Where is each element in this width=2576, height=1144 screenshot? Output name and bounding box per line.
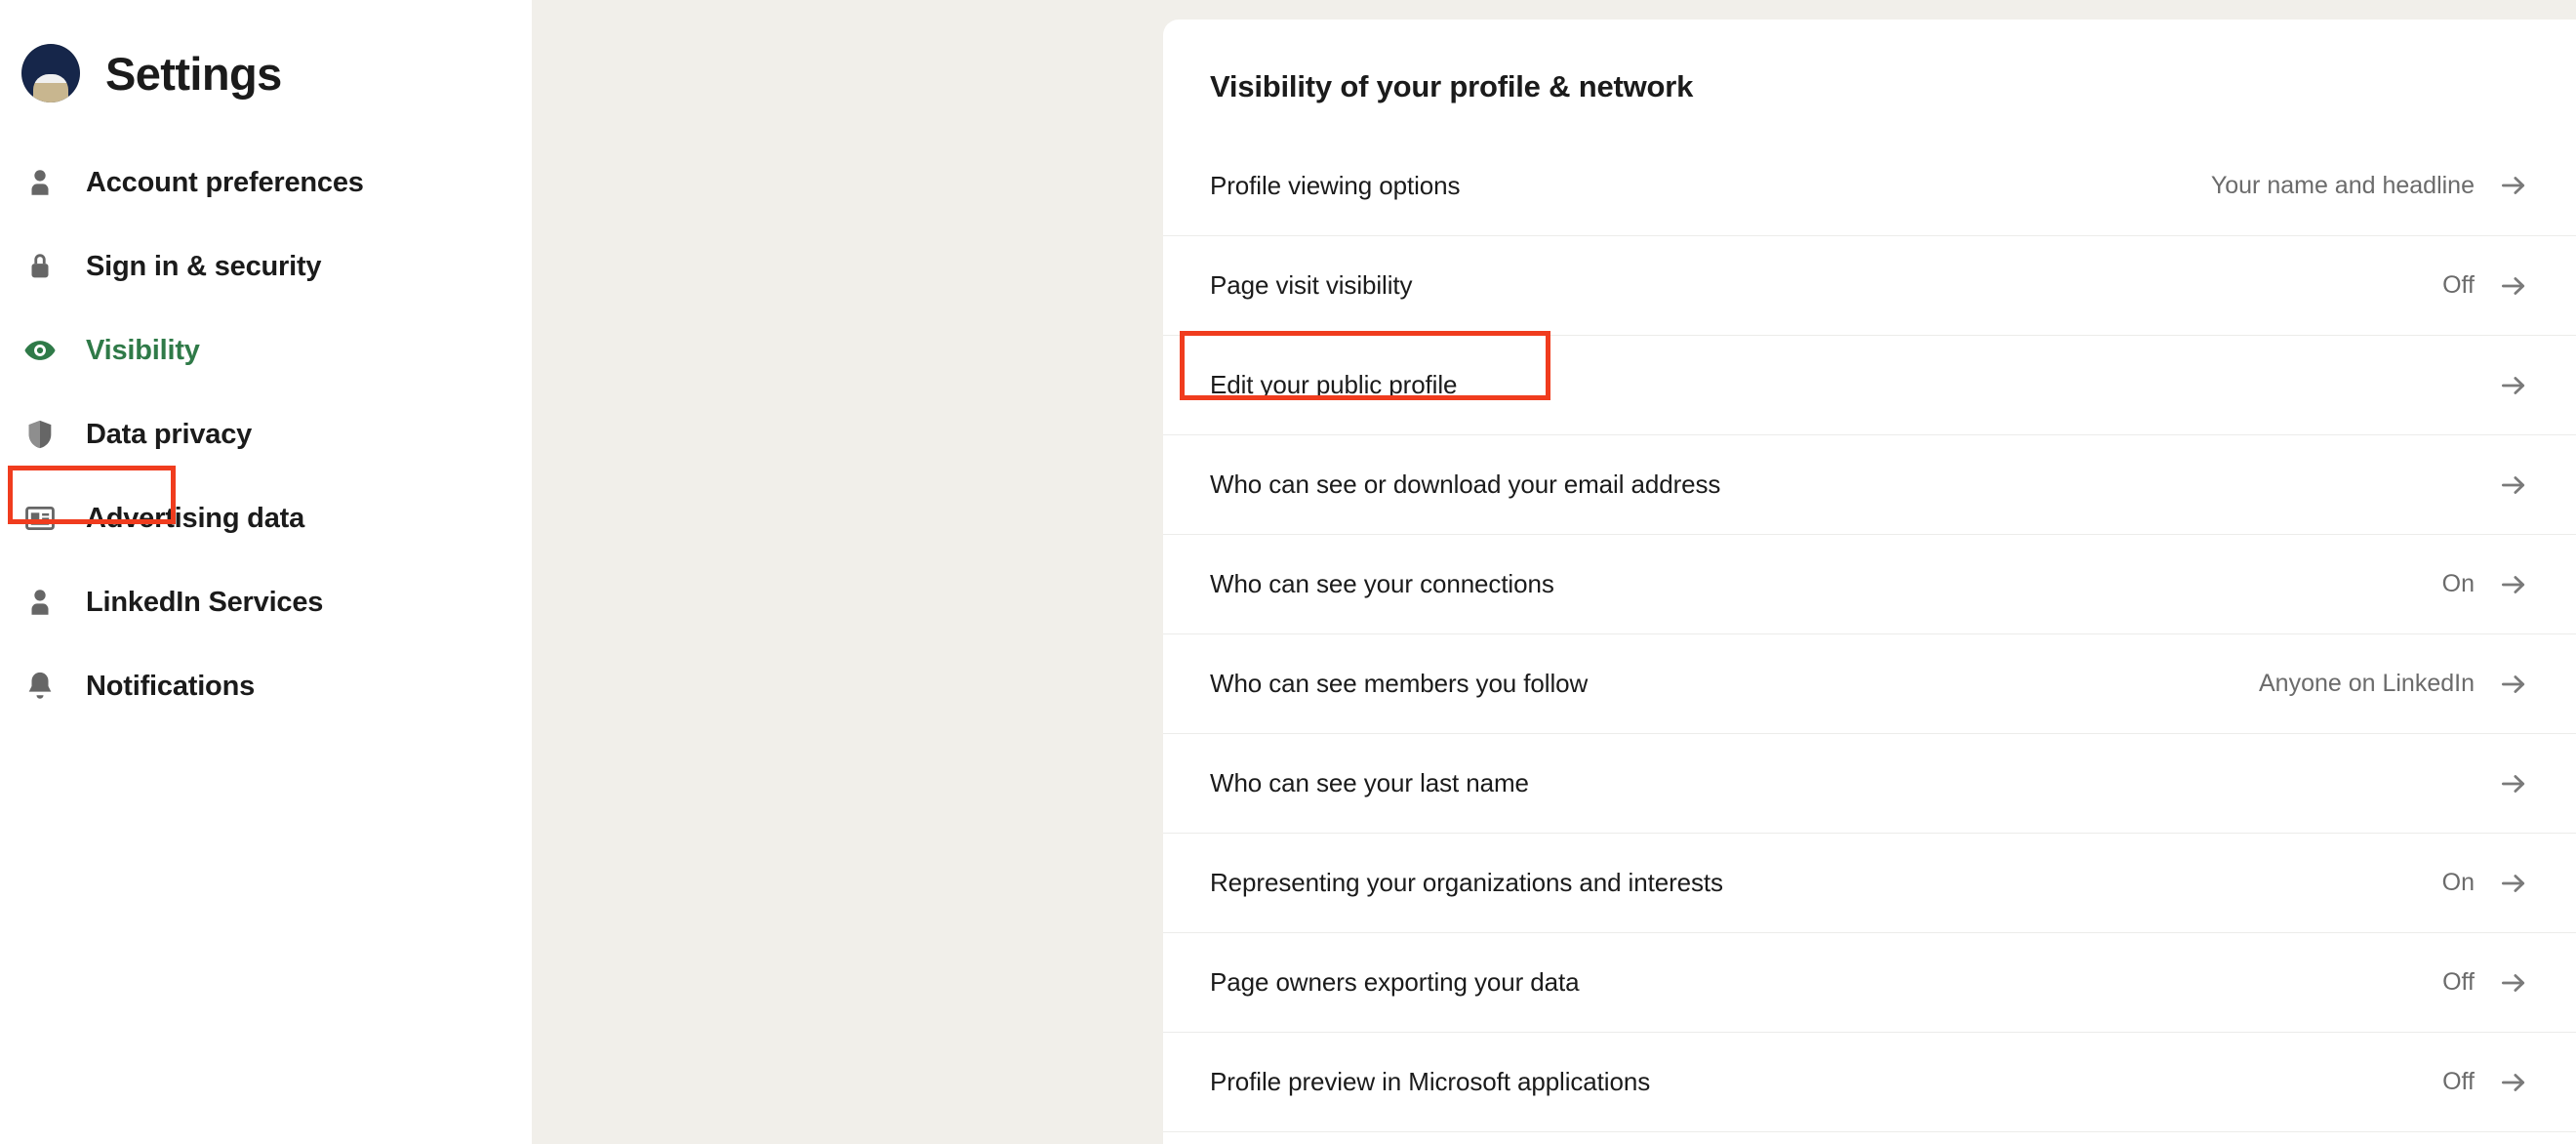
arrow-right-icon[interactable]: [2498, 569, 2529, 600]
row-right: On: [2442, 569, 2529, 600]
arrow-right-icon[interactable]: [2498, 669, 2529, 700]
row-label: Profile viewing options: [1210, 170, 1461, 200]
sidebar-item-label: Data privacy: [86, 418, 253, 450]
row-label: Representing your organizations and inte…: [1210, 868, 1723, 898]
bell-icon: [21, 668, 59, 705]
arrow-right-icon[interactable]: [2498, 470, 2529, 501]
row-right: Off: [2442, 967, 2529, 999]
profile-avatar[interactable]: [21, 44, 80, 102]
row-value: Off: [2442, 1068, 2475, 1096]
sidebar-item-label: Advertising data: [86, 502, 305, 534]
settings-row-who-can-see-your-last-name[interactable]: Who can see your last name: [1163, 733, 2576, 833]
person-icon: [21, 584, 59, 621]
settings-sidebar: Settings Account preferences Sign in & s…: [0, 0, 532, 1144]
settings-row-profile-preview-in-microsoft-applications[interactable]: Profile preview in Microsoft application…: [1163, 1032, 2576, 1131]
row-label: Page owners exporting your data: [1210, 967, 1580, 998]
row-label: Page visit visibility: [1210, 270, 1413, 301]
sidebar-item-label: LinkedIn Services: [86, 586, 324, 618]
sidebar-item-label: Notifications: [86, 670, 256, 702]
row-value: Off: [2442, 968, 2475, 997]
arrow-right-icon[interactable]: [2498, 270, 2529, 302]
row-label: Who can see your connections: [1210, 569, 1554, 599]
arrow-right-icon[interactable]: [2498, 868, 2529, 899]
row-label: Profile preview in Microsoft application…: [1210, 1067, 1651, 1097]
visibility-settings-card: Visibility of your profile & network Pro…: [1163, 20, 2576, 1144]
sidebar-nav: Account preferences Sign in & security V…: [0, 141, 532, 728]
settings-row-representing-your-organizations-and-interests[interactable]: Representing your organizations and inte…: [1163, 833, 2576, 932]
sidebar-item-label: Visibility: [86, 334, 200, 366]
settings-row-page-owners-exporting-your-data[interactable]: Page owners exporting your data Off: [1163, 932, 2576, 1032]
row-right: On: [2442, 868, 2529, 899]
shield-icon: [21, 416, 59, 453]
row-value: Off: [2442, 271, 2475, 300]
row-value: Anyone on LinkedIn: [2258, 670, 2475, 698]
arrow-right-icon[interactable]: [2498, 170, 2529, 201]
row-right: [2475, 470, 2529, 501]
row-value: Your name and headline: [2210, 171, 2475, 199]
row-label: Who can see your last name: [1210, 768, 1529, 798]
row-label: Edit your public profile: [1210, 370, 1458, 400]
sidebar-item-sign-in-security[interactable]: Sign in & security: [0, 225, 532, 308]
row-value: On: [2441, 570, 2475, 598]
eye-icon: [21, 332, 59, 369]
sidebar-item-linkedin-services[interactable]: LinkedIn Services: [0, 560, 532, 644]
settings-row-profile-viewing-options[interactable]: Profile viewing options Your name and he…: [1163, 136, 2576, 235]
sidebar-item-label: Account preferences: [86, 166, 364, 198]
arrow-right-icon[interactable]: [2498, 370, 2529, 401]
arrow-right-icon[interactable]: [2498, 967, 2529, 999]
sidebar-item-visibility[interactable]: Visibility: [0, 308, 532, 392]
arrow-right-icon[interactable]: [2498, 1067, 2529, 1098]
arrow-right-icon[interactable]: [2498, 768, 2529, 799]
row-right: [2475, 370, 2529, 401]
row-right: Anyone on LinkedIn: [2259, 669, 2529, 700]
lock-icon: [21, 248, 59, 285]
settings-row-list: Profile viewing options Your name and he…: [1163, 136, 2576, 1144]
ad-card-icon: [21, 500, 59, 537]
row-right: Your name and headline: [2211, 170, 2529, 201]
sidebar-item-label: Sign in & security: [86, 250, 322, 282]
row-value: On: [2441, 869, 2475, 897]
person-icon: [21, 164, 59, 201]
settings-row-partial-next[interactable]: [1163, 1131, 2576, 1144]
settings-row-page-visit-visibility[interactable]: Page visit visibility Off: [1163, 235, 2576, 335]
sidebar-item-notifications[interactable]: Notifications: [0, 644, 532, 728]
row-right: Off: [2442, 270, 2529, 302]
sidebar-item-advertising-data[interactable]: Advertising data: [0, 476, 532, 560]
card-title: Visibility of your profile & network: [1210, 69, 1694, 103]
row-right: [2475, 768, 2529, 799]
row-label: Who can see members you follow: [1210, 669, 1589, 699]
settings-row-who-can-see-or-download-your-email-address[interactable]: Who can see or download your email addre…: [1163, 434, 2576, 534]
settings-row-edit-your-public-profile[interactable]: Edit your public profile: [1163, 335, 2576, 434]
settings-page: Settings Account preferences Sign in & s…: [0, 0, 2576, 1144]
sidebar-item-account-preferences[interactable]: Account preferences: [0, 141, 532, 225]
row-label: Who can see or download your email addre…: [1210, 470, 1721, 500]
settings-row-who-can-see-your-connections[interactable]: Who can see your connections On: [1163, 534, 2576, 633]
sidebar-item-data-privacy[interactable]: Data privacy: [0, 392, 532, 476]
settings-row-who-can-see-members-you-follow[interactable]: Who can see members you follow Anyone on…: [1163, 633, 2576, 733]
sidebar-header: Settings: [0, 0, 532, 107]
page-title: Settings: [105, 47, 282, 100]
row-right: Off: [2442, 1067, 2529, 1098]
